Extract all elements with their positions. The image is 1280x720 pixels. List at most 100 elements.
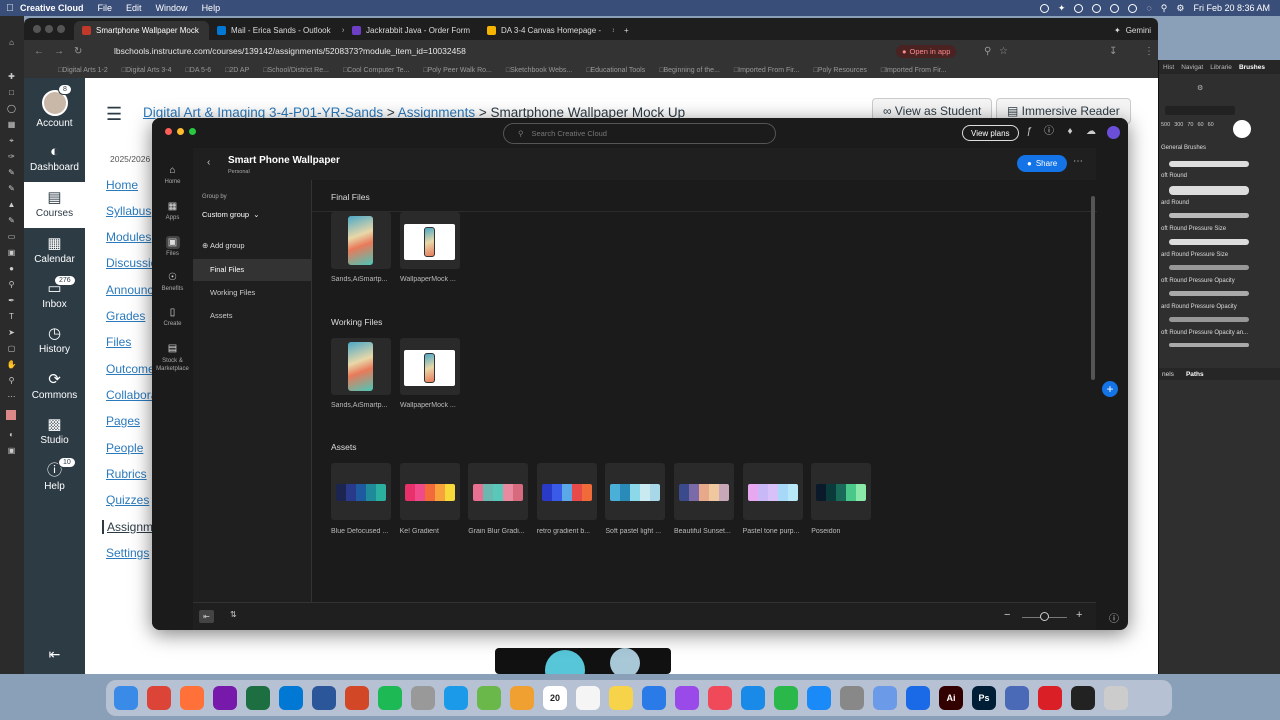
bookmark-item[interactable]: 2D AP [225,67,249,74]
course-link-pages[interactable]: Pages [106,414,140,428]
dock-app-creative-cloud-icon[interactable] [1038,686,1062,710]
back-icon[interactable]: ← [34,46,44,57]
browser-tab-0[interactable]: Smartphone Wallpaper Mock × [74,21,209,40]
reload-icon[interactable]: ↻ [74,46,82,57]
home-icon[interactable]: ⌂ [6,38,17,47]
bookmark-item[interactable]: Poly Resources [814,67,867,74]
color-theme-tile[interactable] [605,463,666,520]
wifi-icon[interactable]: ◌ [1146,3,1151,13]
nav-inbox[interactable]: ▭ 276 Inbox [24,275,85,310]
group-final-files[interactable]: Final Files [193,259,311,281]
dock-app-maps-icon[interactable] [477,686,501,710]
status-icon[interactable] [1039,3,1049,13]
zoom-icon[interactable]: ⚲ [984,46,991,57]
tab-paths[interactable]: Paths [1186,371,1204,378]
nav-commons[interactable]: ⟳ Commons [24,372,85,402]
course-link-discussions[interactable]: Discussio [106,256,157,270]
browser-tab-2[interactable]: Jackrabbit Java - Order Form × [344,21,479,40]
dock-app-launchpad-icon[interactable] [411,686,435,710]
dock-app-notes-icon[interactable] [609,686,633,710]
brush-item[interactable]: oft Round [1161,173,1187,179]
add-group-button[interactable]: ⊕ Add group [202,241,245,250]
brush-item[interactable]: oft Round Pressure Opacity an... [1161,330,1248,336]
file-thumbnail[interactable] [400,338,460,395]
sparkle-icon[interactable]: ✦ [1058,3,1066,14]
brush-search-input[interactable] [1165,106,1235,115]
course-link-outcomes[interactable]: Outcome [106,362,155,376]
dock-app-safari-icon[interactable] [444,686,468,710]
course-link-syllabus[interactable]: Syllabus [106,204,151,218]
more-tools-icon[interactable]: ⋯ [6,392,17,401]
hamburger-icon[interactable]: ☰ [106,104,122,125]
dock-app-spotify-icon[interactable] [378,686,402,710]
blur-tool-icon[interactable]: ● [6,264,17,273]
dock-app-preview-icon[interactable] [873,686,897,710]
brush-tool-icon[interactable]: ✎ [6,184,17,193]
color-theme-tile[interactable] [536,463,597,520]
stamp-tool-icon[interactable]: ▲ [6,200,17,209]
dock-app-onenote-icon[interactable] [213,686,237,710]
course-link-files[interactable]: Files [106,335,131,349]
nav-history[interactable]: ◷ History [24,326,85,356]
sort-icon[interactable]: ⇅ [230,610,237,619]
open-in-app-button[interactable]: ● Open in app [896,45,957,58]
dock-app-chrome-icon[interactable] [147,686,171,710]
course-link-rubrics[interactable]: Rubrics [106,467,147,481]
dock-app-numbers-icon[interactable] [774,686,798,710]
minimize-window-icon[interactable] [45,25,53,33]
dock-app-xcode-icon[interactable] [906,686,930,710]
nav-courses[interactable]: ▤ Courses [24,182,85,228]
zoom-slider-handle[interactable] [1040,612,1049,621]
bookmark-item[interactable]: School/District Re... [263,67,329,74]
screen-mode-icon[interactable]: ▣ [6,446,17,455]
status-icon-2[interactable] [1092,3,1102,13]
marquee-tool-icon[interactable]: □ [6,88,17,97]
close-icon[interactable]: × [612,26,614,35]
fonts-icon[interactable]: ƒ [1023,126,1035,138]
group-assets[interactable]: Assets [193,305,311,327]
apple-icon[interactable]:  [0,3,20,14]
browser-tab-3[interactable]: DA 3-4 Canvas Homepage - × [479,21,614,40]
dock-app-system-settings-icon[interactable] [840,686,864,710]
cc-search-input[interactable]: ⚲ Search Creative Cloud [503,123,776,144]
color-theme-tile[interactable] [742,463,803,520]
bookmark-item[interactable]: Digital Arts 3-4 [122,67,172,74]
course-link-announcements[interactable]: Announc [106,283,153,297]
path-select-icon[interactable]: ➤ [6,328,17,337]
bookmark-item[interactable]: Cool Computer Te... [343,67,409,74]
close-window-icon[interactable] [165,128,172,135]
gradient-tool-icon[interactable]: ▣ [6,248,17,257]
notifications-icon[interactable]: ♦ [1064,126,1076,138]
course-link-assignments[interactable]: Assignm [102,520,153,534]
help-icon[interactable]: ⓘ [1043,126,1055,138]
history-brush-icon[interactable]: ✎ [6,216,17,225]
menu-window[interactable]: Window [156,3,188,13]
hand-tool-icon[interactable]: ✋ [6,360,17,369]
course-link-modules[interactable]: Modules [106,230,151,244]
brush-item[interactable]: ard Round Pressure Opacity [1161,304,1237,310]
new-tab-button[interactable]: + [616,21,637,40]
search-icon[interactable]: ⚲ [1161,3,1168,14]
dock-app-word-icon[interactable] [312,686,336,710]
course-link-collaborations[interactable]: Collabora [106,388,157,402]
zoom-window-icon[interactable] [189,128,196,135]
heal-tool-icon[interactable]: ✎ [6,168,17,177]
cc-status-icon[interactable] [1074,3,1084,13]
cloud-icon[interactable]: ☁ [1085,126,1097,138]
group-by-dropdown[interactable]: Custom group ⌄ [202,210,260,219]
minimize-window-icon[interactable] [177,128,184,135]
brush-size-1[interactable]: 300 [1174,122,1183,128]
crop-tool-icon[interactable]: ⌖ [6,136,17,145]
brush-size-3[interactable]: 60 [1198,122,1204,128]
menu-file[interactable]: File [98,3,113,13]
dock-app-powerpoint-icon[interactable] [345,686,369,710]
select-tool-icon[interactable]: ▦ [6,120,17,129]
color-theme-tile[interactable] [674,463,734,520]
lasso-tool-icon[interactable]: ◯ [6,104,17,113]
course-link-settings[interactable]: Settings [106,546,149,560]
bookmark-item[interactable]: Beginning of the... [659,67,719,74]
course-link-people[interactable]: People [106,441,143,455]
menu-app-name[interactable]: Creative Cloud [20,3,84,13]
brush-folder[interactable]: General Brushes [1161,145,1206,151]
dock-app-photos-icon[interactable] [510,686,534,710]
